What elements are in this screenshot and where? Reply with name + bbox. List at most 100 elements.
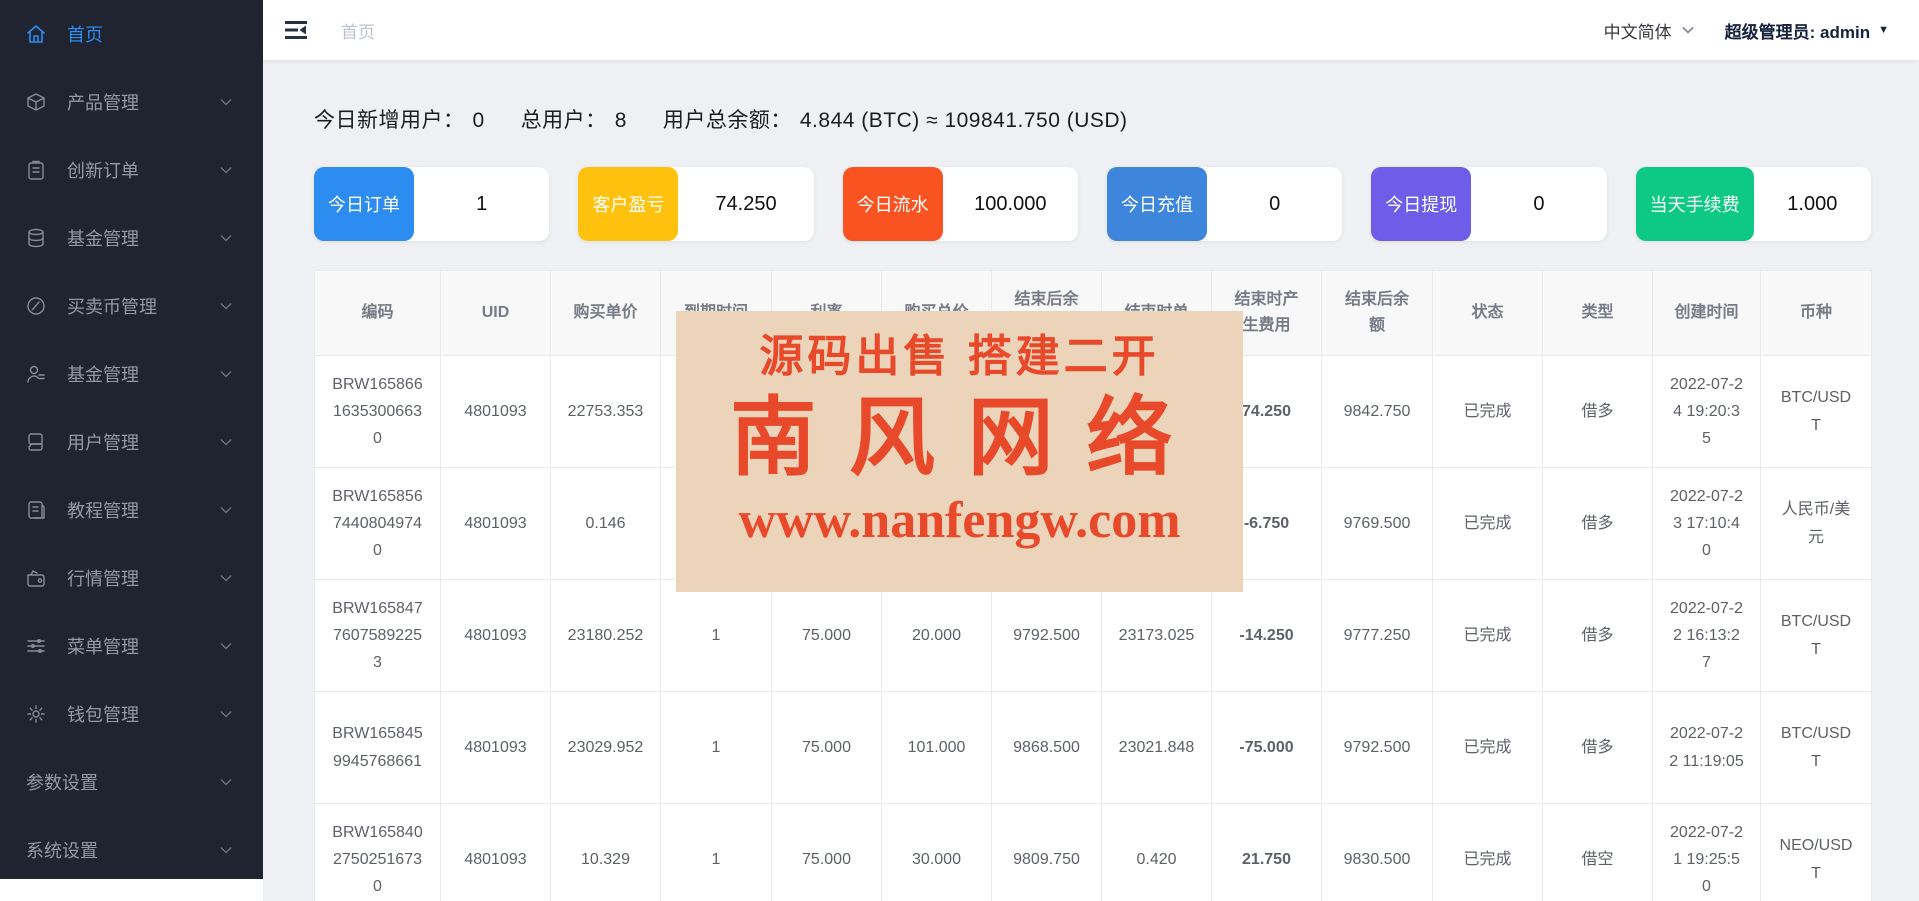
sidebar-item-4[interactable]: 买卖币管理 — [0, 272, 263, 340]
chevron-down-icon — [219, 573, 233, 583]
stat-item: 用户总余额： 4.844 (BTC) ≈ 109841.750 (USD) — [663, 109, 1128, 132]
cell: BRW16584027502516730 — [315, 804, 441, 901]
stat-label: 今日新增用户： — [314, 109, 465, 132]
cell: 9792.500 — [992, 580, 1102, 692]
cell: 20.000 — [882, 580, 992, 692]
card-value: 100.000 — [943, 167, 1078, 241]
sidebar-item-10[interactable]: 钱包管理 — [0, 680, 263, 748]
sidebar-item-11[interactable]: 参数设置 — [0, 748, 263, 816]
stat-label: 总用户： — [521, 109, 607, 132]
cell: 23173.025 — [1102, 580, 1212, 692]
sidebar-item-2[interactable]: 创新订单 — [0, 136, 263, 204]
cell: 2022-07-23 17:10:40 — [1653, 468, 1761, 580]
cell: 22753.353 — [551, 356, 661, 468]
breadcrumb[interactable]: 首页 — [341, 18, 375, 43]
card-value: 0 — [1471, 167, 1606, 241]
column-header: 创建时间 — [1653, 271, 1761, 356]
column-header: 状态 — [1433, 271, 1543, 356]
user-label: 超级管理员: admin — [1725, 18, 1870, 43]
cell: BTC/USDT — [1761, 356, 1872, 468]
cell: 1 — [661, 580, 772, 692]
stat-label: 用户总余额： — [663, 109, 792, 132]
language-selector[interactable]: 中文简体 — [1604, 18, 1695, 43]
column-header: UID — [441, 271, 551, 356]
cell: BRW16586616353006630 — [315, 356, 441, 468]
sidebar-item-5[interactable]: 基金管理 — [0, 340, 263, 408]
cell: 已完成 — [1433, 692, 1543, 804]
column-header: 币种 — [1761, 271, 1872, 356]
cell: 0.146 — [551, 468, 661, 580]
card-label: 今日充值 — [1107, 167, 1207, 241]
stat-card: 今日充值 0 — [1107, 167, 1342, 241]
sidebar-item-8[interactable]: 行情管理 — [0, 544, 263, 612]
cell: 2022-07-21 19:25:50 — [1653, 804, 1761, 901]
table-row: BRW16584027502516730480109310.329175.000… — [315, 804, 1872, 901]
sidebar-item-1[interactable]: 产品管理 — [0, 68, 263, 136]
cell: 1 — [661, 804, 772, 901]
sidebar-item-9[interactable]: 菜单管理 — [0, 612, 263, 680]
card-value: 1.000 — [1754, 167, 1871, 241]
sidebar-item-12[interactable]: 系统设置 — [0, 816, 263, 879]
chevron-down-icon — [219, 641, 233, 651]
page-bottom-strip — [0, 879, 263, 901]
chevron-down-icon — [219, 845, 233, 855]
cell: 4801093 — [441, 468, 551, 580]
card-value: 74.250 — [678, 167, 813, 241]
cell: 75.000 — [772, 692, 882, 804]
sidebar-item-label: 钱包管理 — [67, 701, 139, 727]
card-value: 0 — [1207, 167, 1342, 241]
sidebar-item-label: 首页 — [67, 21, 103, 47]
cell: 75.000 — [772, 804, 882, 901]
stat-value: 0 — [473, 109, 485, 132]
sidebar-collapse-button[interactable] — [283, 17, 309, 43]
card-label: 今日流水 — [843, 167, 943, 241]
cell: 9809.750 — [992, 804, 1102, 901]
sidebar-item-label: 创新订单 — [67, 157, 139, 183]
cell: 2022-07-24 19:20:35 — [1653, 356, 1761, 468]
cell: BRW16584776075892253 — [315, 580, 441, 692]
sidebar-item-label: 基金管理 — [67, 225, 139, 251]
cell: 4801093 — [441, 804, 551, 901]
cube-icon — [25, 91, 47, 113]
cell: 1 — [661, 692, 772, 804]
cell: 借多 — [1543, 468, 1653, 580]
sidebar-item-7[interactable]: 教程管理 — [0, 476, 263, 544]
sidebar-item-label: 行情管理 — [67, 565, 139, 591]
table-row: BRW16584776075892253480109323180.252175.… — [315, 580, 1872, 692]
stat-card: 今日流水 100.000 — [843, 167, 1078, 241]
sliders-icon — [25, 635, 47, 657]
cell: 4801093 — [441, 580, 551, 692]
sidebar-item-label: 买卖币管理 — [67, 293, 157, 319]
cell: 借多 — [1543, 580, 1653, 692]
column-header: 编码 — [315, 271, 441, 356]
cell: 人民币/美元 — [1761, 468, 1872, 580]
cell: 已完成 — [1433, 356, 1543, 468]
cell: -14.250 — [1212, 580, 1322, 692]
edit-circle-icon — [25, 295, 47, 317]
document-icon — [25, 499, 47, 521]
chevron-down-icon — [219, 165, 233, 175]
card-value: 1 — [414, 167, 549, 241]
notebook-icon — [25, 431, 47, 453]
cell: 0.420 — [1102, 804, 1212, 901]
chevron-down-icon — [219, 369, 233, 379]
language-label: 中文简体 — [1604, 18, 1672, 43]
stat-item: 今日新增用户： 0 — [314, 109, 485, 132]
cell: 10.329 — [551, 804, 661, 901]
cell: BTC/USDT — [1761, 580, 1872, 692]
column-header: 结束后余额 — [1322, 271, 1433, 356]
sidebar-item-3[interactable]: 基金管理 — [0, 204, 263, 272]
sidebar: 首页产品管理创新订单基金管理买卖币管理基金管理用户管理教程管理行情管理菜单管理钱… — [0, 0, 263, 879]
stat-cards: 今日订单 1客户盈亏 74.250今日流水 100.000今日充值 0今日提现 … — [314, 167, 1871, 241]
sidebar-item-label: 参数设置 — [26, 769, 98, 795]
sidebar-item-0[interactable]: 首页 — [0, 0, 263, 68]
chevron-down-icon — [219, 97, 233, 107]
cell: 借多 — [1543, 692, 1653, 804]
cell: 101.000 — [882, 692, 992, 804]
sidebar-item-6[interactable]: 用户管理 — [0, 408, 263, 476]
user-icon — [25, 363, 47, 385]
watermark: 源码出售 搭建二开 南风网络 www.nanfengw.com — [676, 311, 1243, 592]
wallet-icon — [25, 567, 47, 589]
stat-value: 4.844 (BTC) ≈ 109841.750 (USD) — [800, 109, 1128, 132]
user-menu[interactable]: 超级管理员: admin ▼ — [1725, 18, 1889, 43]
